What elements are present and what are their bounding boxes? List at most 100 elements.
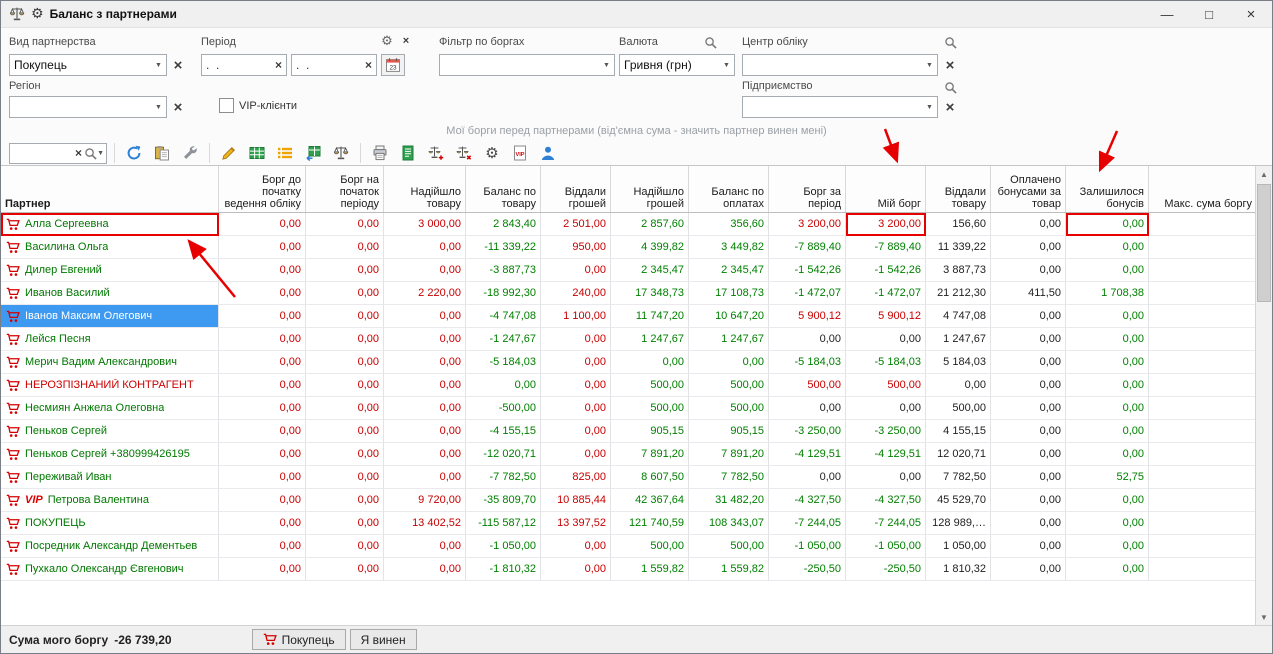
value-cell[interactable] xyxy=(1149,512,1257,535)
value-cell[interactable]: 0,00 xyxy=(991,489,1066,512)
table-row[interactable]: VIPПетрова Валентина0,000,009 720,00-35 … xyxy=(1,489,1272,512)
value-cell[interactable]: 0,00 xyxy=(306,236,384,259)
value-cell[interactable]: 0,00 xyxy=(541,259,611,282)
value-cell[interactable]: 0,00 xyxy=(219,535,306,558)
column-header[interactable]: Партнер xyxy=(1,166,219,212)
value-cell[interactable]: -250,50 xyxy=(846,558,926,581)
vip-clients-checkbox[interactable]: VIP-клієнти xyxy=(219,98,297,113)
value-cell[interactable]: 0,00 xyxy=(219,558,306,581)
value-cell[interactable]: 0,00 xyxy=(611,351,689,374)
minimize-button[interactable]: — xyxy=(1146,1,1188,27)
value-cell[interactable]: 121 740,59 xyxy=(611,512,689,535)
value-cell[interactable]: 0,00 xyxy=(846,397,926,420)
value-cell[interactable]: 1 559,82 xyxy=(689,558,769,581)
value-cell[interactable] xyxy=(1149,420,1257,443)
value-cell[interactable] xyxy=(1149,305,1257,328)
value-cell[interactable]: 3 200,00 xyxy=(769,213,846,236)
enterprise-search-icon[interactable] xyxy=(941,78,959,96)
vip-report-button[interactable]: VIP xyxy=(508,141,532,165)
value-cell[interactable]: 0,00 xyxy=(306,489,384,512)
column-header[interactable]: Борг за період xyxy=(769,166,846,212)
value-cell[interactable]: 3 000,00 xyxy=(384,213,466,236)
value-cell[interactable]: 0,00 xyxy=(1066,397,1149,420)
quick-search-box[interactable]: × ▼ xyxy=(9,143,107,164)
i-owe-button[interactable]: Я винен xyxy=(350,629,417,650)
value-cell[interactable]: 0,00 xyxy=(991,466,1066,489)
table-row[interactable]: Переживай Иван0,000,000,00-7 782,50825,0… xyxy=(1,466,1272,489)
value-cell[interactable]: 500,00 xyxy=(769,374,846,397)
partner-cell[interactable]: Несмиян Анжела Олеговна xyxy=(1,397,219,420)
vertical-scrollbar[interactable]: ▲ ▼ xyxy=(1255,166,1272,626)
value-cell[interactable]: 0,00 xyxy=(384,305,466,328)
scrollbar-thumb[interactable] xyxy=(1257,184,1271,302)
value-cell[interactable]: -1 542,26 xyxy=(769,259,846,282)
value-cell[interactable]: 3 449,82 xyxy=(689,236,769,259)
period-clear-icon[interactable]: × xyxy=(397,32,415,50)
value-cell[interactable]: 0,00 xyxy=(1066,351,1149,374)
value-cell[interactable]: 0,00 xyxy=(541,558,611,581)
column-header[interactable]: Мій борг xyxy=(846,166,926,212)
value-cell[interactable]: 0,00 xyxy=(1066,328,1149,351)
enterprise-combobox[interactable]: ▼ xyxy=(742,96,938,118)
value-cell[interactable]: 52,75 xyxy=(1066,466,1149,489)
partner-cell[interactable]: НЕРОЗПІЗНАНИЙ КОНТРАГЕНТ xyxy=(1,374,219,397)
partner-cell[interactable]: Пеньков Сергей +380999426195 xyxy=(1,443,219,466)
value-cell[interactable]: -5 184,03 xyxy=(466,351,541,374)
value-cell[interactable]: 5 900,12 xyxy=(846,305,926,328)
value-cell[interactable]: -1 050,00 xyxy=(846,535,926,558)
value-cell[interactable]: 2 843,40 xyxy=(466,213,541,236)
chevron-down-icon[interactable]: ▼ xyxy=(97,150,106,157)
value-cell[interactable]: 0,00 xyxy=(219,466,306,489)
scales-button[interactable] xyxy=(329,141,353,165)
user-button[interactable] xyxy=(536,141,560,165)
value-cell[interactable]: 3 887,73 xyxy=(926,259,991,282)
value-cell[interactable]: 1 247,67 xyxy=(689,328,769,351)
value-cell[interactable]: -18 992,30 xyxy=(466,282,541,305)
partner-cell[interactable]: Лейся Песня xyxy=(1,328,219,351)
partner-cell[interactable]: Посредник Александр Дементьев xyxy=(1,535,219,558)
partner-cell[interactable]: Переживай Иван xyxy=(1,466,219,489)
value-cell[interactable]: 11 339,22 xyxy=(926,236,991,259)
table-row[interactable]: Дилер Евгений0,000,000,00-3 887,730,002 … xyxy=(1,259,1272,282)
value-cell[interactable]: 0,00 xyxy=(384,374,466,397)
value-cell[interactable]: -4 129,51 xyxy=(846,443,926,466)
value-cell[interactable]: -1 472,07 xyxy=(769,282,846,305)
column-header[interactable]: Макс. сума боргу xyxy=(1149,166,1257,212)
value-cell[interactable]: -12 020,71 xyxy=(466,443,541,466)
table-row[interactable]: Несмиян Анжела Олеговна0,000,000,00-500,… xyxy=(1,397,1272,420)
partner-cell[interactable]: Алла Сергеевна xyxy=(1,213,219,236)
value-cell[interactable]: 156,60 xyxy=(926,213,991,236)
scroll-down-icon[interactable]: ▼ xyxy=(1256,609,1272,626)
value-cell[interactable]: 0,00 xyxy=(306,420,384,443)
value-cell[interactable]: -7 244,05 xyxy=(846,512,926,535)
value-cell[interactable] xyxy=(1149,259,1257,282)
value-cell[interactable]: 45 529,70 xyxy=(926,489,991,512)
chevron-down-icon[interactable]: ▼ xyxy=(922,104,937,111)
value-cell[interactable]: 4 155,15 xyxy=(926,420,991,443)
clear-icon[interactable]: × xyxy=(271,58,286,72)
value-cell[interactable]: 0,00 xyxy=(384,328,466,351)
value-cell[interactable]: 500,00 xyxy=(611,374,689,397)
value-cell[interactable]: 500,00 xyxy=(846,374,926,397)
value-cell[interactable]: 0,00 xyxy=(384,236,466,259)
value-cell[interactable]: 0,00 xyxy=(1066,489,1149,512)
value-cell[interactable]: 13 402,52 xyxy=(384,512,466,535)
value-cell[interactable]: 0,00 xyxy=(384,443,466,466)
value-cell[interactable]: 0,00 xyxy=(769,328,846,351)
value-cell[interactable]: 2 501,00 xyxy=(541,213,611,236)
center-clear-button[interactable]: × xyxy=(941,54,959,76)
value-cell[interactable] xyxy=(1149,466,1257,489)
chevron-down-icon[interactable]: ▼ xyxy=(599,62,614,69)
value-cell[interactable]: 7 782,50 xyxy=(926,466,991,489)
value-cell[interactable]: 0,00 xyxy=(1066,443,1149,466)
value-cell[interactable]: 0,00 xyxy=(219,420,306,443)
value-cell[interactable]: 0,00 xyxy=(306,351,384,374)
value-cell[interactable]: -3 250,00 xyxy=(769,420,846,443)
value-cell[interactable]: 0,00 xyxy=(991,305,1066,328)
partner-cell[interactable]: ПОКУПЕЦЬ xyxy=(1,512,219,535)
period-from-field[interactable]: . . × xyxy=(201,54,287,76)
value-cell[interactable]: 0,00 xyxy=(219,213,306,236)
value-cell[interactable]: 0,00 xyxy=(846,466,926,489)
column-header[interactable]: Борг на початок періоду xyxy=(306,166,384,212)
partnership-clear-button[interactable]: × xyxy=(169,54,187,76)
